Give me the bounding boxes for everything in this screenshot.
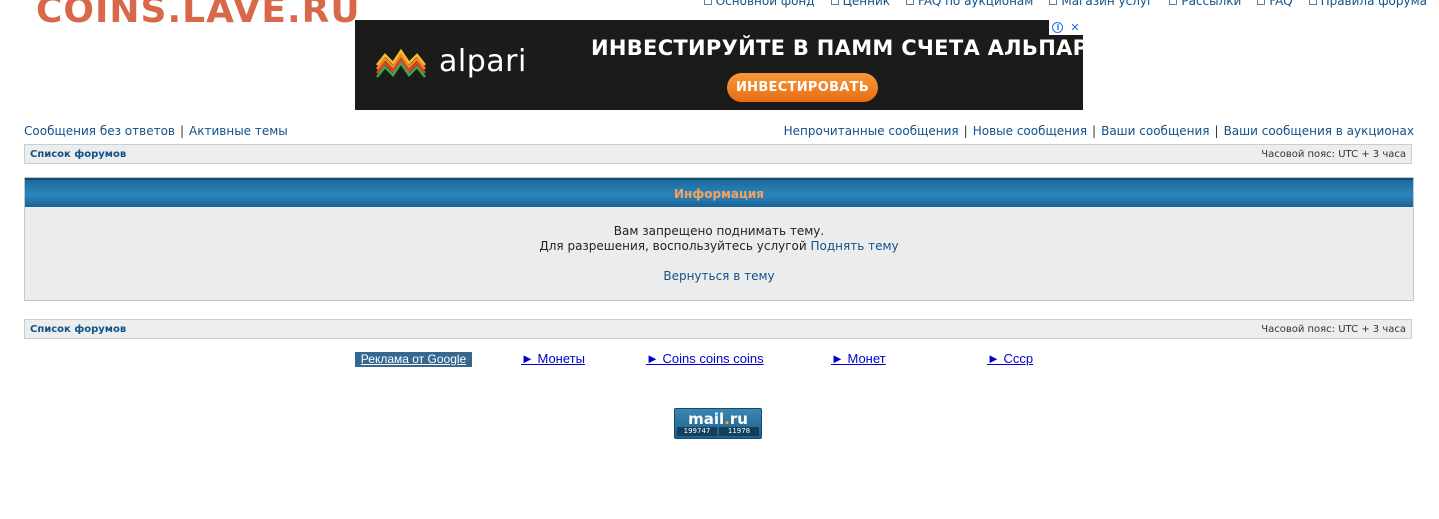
top-nav-item-service-shop[interactable]: Магазин услуг (1049, 0, 1153, 8)
square-icon (703, 0, 712, 5)
top-nav-item-mailings[interactable]: Рассылки (1169, 0, 1241, 8)
mailru-logo-main: mail (688, 410, 725, 428)
quick-links-right: Непрочитанные сообщения | Новые сообщения |… (784, 124, 1414, 138)
top-nav-item-rules[interactable]: Правила форума (1308, 0, 1427, 8)
google-ads-label[interactable]: Реклама от Google (355, 352, 472, 367)
top-nav-link[interactable]: Рассылки (1181, 0, 1241, 8)
banner-brand: alpari (375, 44, 527, 79)
top-nav-item-faq[interactable]: FAQ (1257, 0, 1293, 8)
forum-list-link[interactable]: Список форумов (30, 324, 126, 335)
ad-banner[interactable]: alpari ИНВЕСТИРУЙТЕ В ПАММ СЧЕТА АЛЬПАРИ… (355, 20, 1083, 110)
banner-cta-button[interactable]: ИНВЕСТИРОВАТЬ (727, 73, 878, 102)
square-icon (1308, 0, 1317, 5)
link-unread[interactable]: Непрочитанные сообщения (784, 124, 959, 138)
info-icon[interactable]: i (1052, 22, 1064, 33)
mailru-logo-tld: ru (729, 410, 748, 428)
top-nav-link[interactable]: Основной фонд (716, 0, 815, 8)
alpari-logo-icon (376, 48, 426, 78)
square-icon (1169, 0, 1178, 5)
top-nav-link[interactable]: Ценник (843, 0, 890, 8)
counter-values: 199747 11978 (677, 427, 759, 436)
banner-brand-text: alpari (439, 44, 527, 79)
google-ad-link[interactable]: ► Coins coins coins (646, 351, 764, 366)
separator: | (180, 124, 185, 138)
top-nav-link[interactable]: FAQ по аукционам (918, 0, 1033, 8)
counter-value-visits: 199747 (677, 427, 717, 436)
mailru-counter[interactable]: mail.ru 199747 11978 (674, 408, 762, 439)
square-icon (1049, 0, 1058, 5)
info-panel: Информация Вам запрещено поднимать тему.… (24, 177, 1414, 301)
navbar-bottom: Список форумов Часовой пояс: UTC + 3 час… (24, 319, 1412, 339)
top-nav-item-auction-faq[interactable]: FAQ по аукционам (906, 0, 1033, 8)
square-icon (1257, 0, 1266, 5)
top-nav-link[interactable]: Правила форума (1321, 0, 1427, 8)
top-nav-item-main-fund[interactable]: Основной фонд (703, 0, 815, 8)
separator: | (1214, 124, 1219, 138)
info-message: Вам запрещено поднимать тему. (613, 224, 825, 238)
top-nav-item-prices[interactable]: Ценник (830, 0, 890, 8)
separator: | (1092, 124, 1097, 138)
link-your-auction-posts[interactable]: Ваши сообщения в аукционах (1224, 124, 1414, 138)
quick-links: Сообщения без ответов | Активные темы Непр… (24, 124, 1414, 138)
top-nav-link[interactable]: FAQ (1269, 0, 1292, 8)
link-unanswered[interactable]: Сообщения без ответов (24, 124, 175, 138)
info-panel-title: Информация (25, 178, 1413, 207)
info-permission-text: Для разрешения, воспользуйтесь услугой (539, 239, 807, 253)
separator: | (963, 124, 968, 138)
info-return-line: Вернуться в тему (25, 269, 1413, 283)
site-logo[interactable]: COINS.LAVE.RU (36, 0, 361, 31)
square-icon (906, 0, 915, 5)
top-nav: Основной фонд Ценник FAQ по аукционам Ма… (680, 0, 1427, 8)
mailru-logo: mail.ru (675, 410, 761, 428)
forum-list-link[interactable]: Список форумов (30, 149, 126, 160)
link-new-posts[interactable]: Новые сообщения (973, 124, 1087, 138)
link-your-posts[interactable]: Ваши сообщения (1101, 124, 1209, 138)
info-permission-line: Для разрешения, воспользуйтесь услугой П… (25, 239, 1413, 253)
ad-choices[interactable]: i ✕ (1049, 20, 1083, 35)
counter-value-visitors: 11978 (719, 427, 759, 436)
quick-links-left: Сообщения без ответов | Активные темы (24, 124, 288, 138)
google-ad-link[interactable]: ► Монеты (521, 351, 585, 366)
navbar-top: Список форумов Часовой пояс: UTC + 3 час… (24, 144, 1412, 164)
google-ad-link[interactable]: ► Ссср (987, 351, 1033, 366)
close-icon[interactable]: ✕ (1070, 21, 1079, 34)
square-icon (830, 0, 839, 5)
timezone-label: Часовой пояс: UTC + 3 часа (1261, 148, 1406, 160)
timezone-label: Часовой пояс: UTC + 3 часа (1261, 323, 1406, 335)
return-to-topic-link[interactable]: Вернуться в тему (663, 269, 774, 283)
link-active-topics[interactable]: Активные темы (189, 124, 288, 138)
top-nav-link[interactable]: Магазин услуг (1061, 0, 1153, 8)
banner-headline: ИНВЕСТИРУЙТЕ В ПАММ СЧЕТА АЛЬПАРИ (591, 36, 1083, 60)
google-ad-link[interactable]: ► Монет (831, 351, 886, 366)
bump-topic-link[interactable]: Поднять тему (810, 239, 898, 253)
